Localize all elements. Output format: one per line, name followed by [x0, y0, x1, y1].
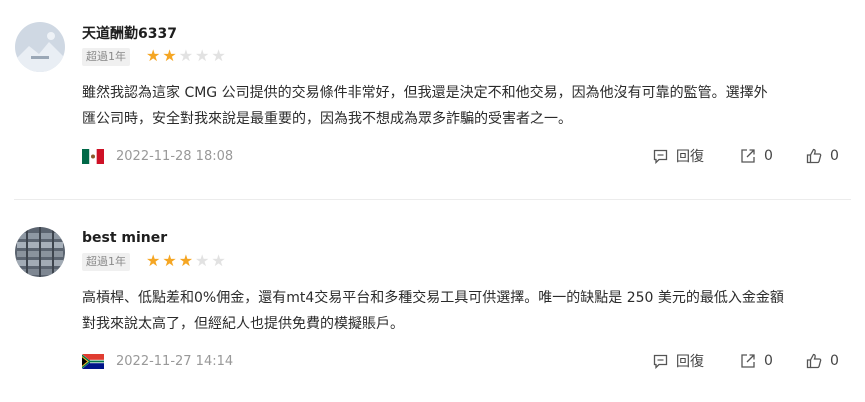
- share-count: 0: [764, 353, 773, 369]
- rating-stars: ★ ★ ★ ★ ★: [146, 47, 226, 65]
- comment-icon: [653, 149, 668, 164]
- like-button[interactable]: 0: [806, 351, 839, 371]
- star-empty-icon: ★: [195, 251, 210, 270]
- avatar[interactable]: [15, 22, 65, 72]
- username[interactable]: 天道酬勤6337: [82, 23, 177, 43]
- review-text-line: 高槓桿、低點差和0%佣金，還有mt4交易平台和多種交易工具可供選擇。唯一的缺點是…: [82, 290, 784, 306]
- share-icon: [741, 354, 755, 368]
- username[interactable]: best miner: [82, 230, 167, 246]
- star-empty-icon: ★: [195, 46, 210, 65]
- star-filled-icon: ★: [146, 251, 161, 270]
- share-count: 0: [764, 148, 773, 164]
- share-icon: [741, 149, 755, 163]
- thumbs-up-icon: [806, 353, 822, 369]
- star-filled-icon: ★: [162, 46, 177, 65]
- thumbs-up-icon: [806, 148, 822, 164]
- like-count: 0: [830, 353, 839, 369]
- reply-button[interactable]: 回復: [653, 351, 704, 371]
- rating-stars: ★ ★ ★ ★ ★: [146, 252, 226, 270]
- star-empty-icon: ★: [211, 251, 226, 270]
- reply-label: 回復: [676, 354, 704, 370]
- star-filled-icon: ★: [146, 46, 161, 65]
- review-text-line: 匯公司時，安全對我來說是最重要的，因為我不想成為眾多詐騙的受害者之一。: [82, 111, 572, 127]
- share-button[interactable]: 0: [740, 351, 773, 371]
- reply-button[interactable]: 回復: [653, 146, 704, 166]
- reply-label: 回復: [676, 149, 704, 165]
- review-actions: 回復 0 0: [0, 351, 865, 371]
- review-divider: [14, 199, 851, 200]
- like-count: 0: [830, 148, 839, 164]
- review-text-line: 雖然我認為這家 CMG 公司提供的交易條件非常好，但我還是決定不和他交易，因為他…: [82, 85, 768, 101]
- star-filled-icon: ★: [162, 251, 177, 270]
- avatar[interactable]: [15, 227, 65, 277]
- review-text: 高槓桿、低點差和0%佣金，還有mt4交易平台和多種交易工具可供選擇。唯一的缺點是…: [82, 285, 842, 337]
- comment-icon: [653, 354, 668, 369]
- avatar-placeholder-icon: [15, 22, 65, 72]
- star-filled-icon: ★: [178, 251, 194, 270]
- member-duration-badge: 超過1年: [82, 253, 130, 271]
- member-duration-badge: 超過1年: [82, 48, 130, 66]
- review-item: 天道酬勤6337 超過1年 ★ ★ ★ ★ ★ 雖然我認為這家 CMG 公司提供…: [0, 0, 865, 200]
- like-button[interactable]: 0: [806, 146, 839, 166]
- star-empty-icon: ★: [211, 46, 226, 65]
- review-text: 雖然我認為這家 CMG 公司提供的交易條件非常好，但我還是決定不和他交易，因為他…: [82, 80, 842, 132]
- review-text-line: 對我來說太高了，但經紀人也提供免費的模擬賬戶。: [82, 316, 404, 332]
- review-item: best miner 超過1年 ★ ★ ★ ★ ★ 高槓桿、低點差和0%佣金，還…: [0, 205, 865, 402]
- review-actions: 回復 0 0: [0, 146, 865, 166]
- share-button[interactable]: 0: [740, 146, 773, 166]
- avatar-mining-rigs-icon: [15, 227, 65, 277]
- star-empty-icon: ★: [178, 46, 194, 65]
